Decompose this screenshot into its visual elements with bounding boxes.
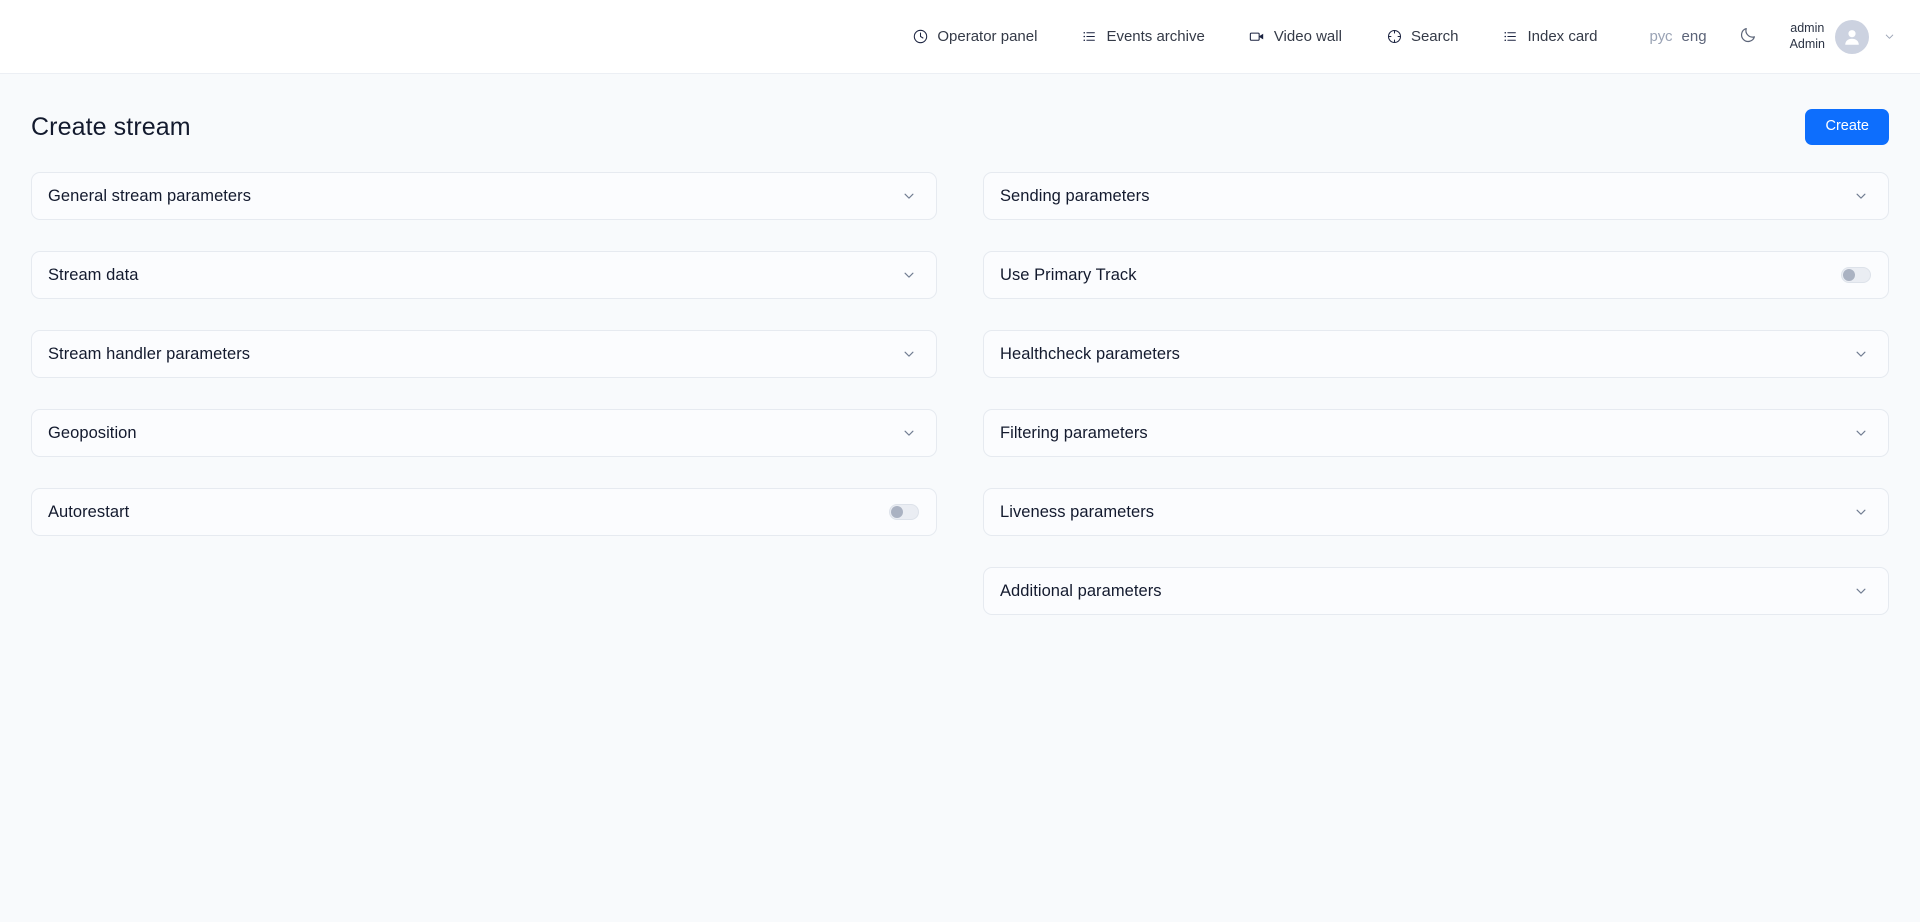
section-healthcheck-parameters[interactable]: Healthcheck parameters <box>983 330 1889 378</box>
chevron-down-icon[interactable] <box>899 265 919 285</box>
section-autorestart: Autorestart <box>31 488 937 536</box>
page-header: Create stream Create <box>0 74 1920 150</box>
toggle-knob <box>1843 269 1855 281</box>
section-additional-parameters[interactable]: Additional parameters <box>983 567 1889 615</box>
chevron-down-icon[interactable] <box>1851 581 1871 601</box>
form-sections: General stream parameters Stream data St… <box>0 150 1920 646</box>
chevron-down-icon[interactable] <box>899 186 919 206</box>
top-navbar: Operator panel Events archive Video wall <box>0 0 1920 74</box>
section-label: Filtering parameters <box>1000 424 1148 443</box>
nav-item-label: Index card <box>1527 29 1597 44</box>
use-primary-track-toggle[interactable] <box>1841 267 1871 283</box>
video-camera-icon <box>1249 28 1266 45</box>
section-geoposition[interactable]: Geoposition <box>31 409 937 457</box>
section-label: Sending parameters <box>1000 187 1150 206</box>
section-label: Stream handler parameters <box>48 345 250 364</box>
nav-item-events-archive[interactable]: Events archive <box>1059 18 1226 55</box>
list-icon <box>1502 28 1519 45</box>
chevron-down-icon[interactable] <box>899 344 919 364</box>
primary-nav: Operator panel Events archive Video wall <box>890 18 1619 55</box>
user-role: Admin <box>1790 37 1825 53</box>
nav-item-label: Events archive <box>1106 29 1204 44</box>
toggle-knob <box>891 506 903 518</box>
navbar-right-cluster: рус eng admin Admin <box>1636 20 1896 54</box>
section-sending-parameters[interactable]: Sending parameters <box>983 172 1889 220</box>
chevron-down-icon <box>1883 30 1896 43</box>
chevron-down-icon[interactable] <box>899 423 919 443</box>
list-icon <box>1081 28 1098 45</box>
section-label: Geoposition <box>48 424 137 443</box>
theme-toggle-button[interactable] <box>1721 25 1776 49</box>
chevron-down-icon[interactable] <box>1851 423 1871 443</box>
moon-icon <box>1739 25 1758 49</box>
language-switcher: рус eng <box>1636 28 1721 45</box>
page-title: Create stream <box>31 113 191 142</box>
section-filtering-parameters[interactable]: Filtering parameters <box>983 409 1889 457</box>
section-label: Autorestart <box>48 503 129 522</box>
avatar <box>1835 20 1869 54</box>
right-column: Sending parameters Use Primary Track Hea… <box>983 172 1889 646</box>
nav-item-label: Video wall <box>1274 29 1342 44</box>
section-label: Healthcheck parameters <box>1000 345 1180 364</box>
language-option-en[interactable]: eng <box>1682 28 1707 45</box>
clock-icon <box>912 28 929 45</box>
user-menu[interactable]: admin Admin <box>1776 20 1896 54</box>
create-button[interactable]: Create <box>1805 109 1889 144</box>
section-label: Use Primary Track <box>1000 266 1137 285</box>
nav-item-index-card[interactable]: Index card <box>1480 18 1619 55</box>
section-liveness-parameters[interactable]: Liveness parameters <box>983 488 1889 536</box>
user-login: admin <box>1790 21 1824 37</box>
section-label: Liveness parameters <box>1000 503 1154 522</box>
section-use-primary-track: Use Primary Track <box>983 251 1889 299</box>
chevron-down-icon[interactable] <box>1851 502 1871 522</box>
language-option-ru[interactable]: рус <box>1650 28 1673 45</box>
chevron-down-icon[interactable] <box>1851 344 1871 364</box>
chevron-down-icon[interactable] <box>1851 186 1871 206</box>
nav-item-video-wall[interactable]: Video wall <box>1227 18 1364 55</box>
section-stream-data[interactable]: Stream data <box>31 251 937 299</box>
nav-item-label: Search <box>1411 29 1459 44</box>
section-stream-handler-parameters[interactable]: Stream handler parameters <box>31 330 937 378</box>
user-identity: admin Admin <box>1790 21 1825 52</box>
nav-item-label: Operator panel <box>937 29 1037 44</box>
autorestart-toggle[interactable] <box>889 504 919 520</box>
nav-item-search[interactable]: Search <box>1364 18 1481 55</box>
section-label: General stream parameters <box>48 187 251 206</box>
section-label: Stream data <box>48 266 138 285</box>
nav-item-operator-panel[interactable]: Operator panel <box>890 18 1059 55</box>
target-search-icon <box>1386 28 1403 45</box>
left-column: General stream parameters Stream data St… <box>31 172 937 646</box>
section-general-stream-parameters[interactable]: General stream parameters <box>31 172 937 220</box>
section-label: Additional parameters <box>1000 582 1162 601</box>
